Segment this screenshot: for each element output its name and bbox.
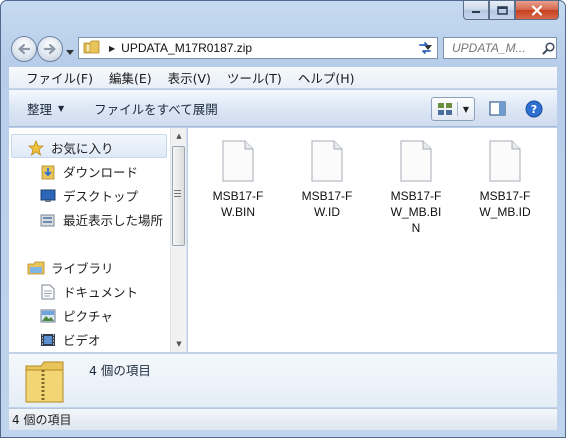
- menu-tools[interactable]: ツール(T): [227, 68, 282, 87]
- sidebar-item-label: ダウンロード: [63, 165, 139, 180]
- file-icon: [400, 140, 432, 182]
- caption-buttons: [463, 1, 559, 20]
- navigation-pane: お気に入り ダウンロード デスクトップ 最近表示した場所 ライブラリ ドキュメン…: [9, 128, 187, 352]
- menu-edit[interactable]: 編集(E): [109, 68, 152, 87]
- pictures-icon: [39, 308, 57, 324]
- sidebar-item-videos[interactable]: ビデオ: [39, 330, 101, 349]
- file-item[interactable]: MSB17-F W.ID: [285, 140, 369, 220]
- view-icon[interactable]: [432, 102, 458, 116]
- file-name-line: W.ID: [314, 205, 340, 219]
- menu-file[interactable]: ファイル(F): [26, 68, 93, 87]
- forward-arrow-icon: [43, 43, 56, 55]
- sidebar-item-documents[interactable]: ドキュメント: [39, 282, 138, 301]
- preview-pane-icon[interactable]: [489, 101, 507, 120]
- file-name-line: W_MB.ID: [479, 205, 531, 219]
- change-view-button[interactable]: ▼: [431, 97, 475, 121]
- documents-icon: [39, 284, 57, 300]
- scroll-down-button[interactable]: ▼: [171, 336, 187, 352]
- back-arrow-icon: [18, 43, 31, 55]
- explorer-window: ▶ UPDATA_M17R0187.zip ファイル(F) 編集(E) 表示(V…: [0, 0, 566, 438]
- sidebar-item-label: 最近表示した場所: [63, 213, 164, 228]
- forward-button[interactable]: [37, 36, 63, 62]
- refresh-button[interactable]: [413, 38, 437, 58]
- file-icon: [489, 140, 521, 182]
- navigation-scrollbar[interactable]: ▲ ▼: [170, 128, 186, 352]
- file-item[interactable]: MSB17-F W_MB.BI N: [374, 140, 458, 236]
- file-name-line: MSB17-F: [301, 189, 353, 203]
- file-icon: [222, 140, 254, 182]
- library-icon: [27, 260, 45, 276]
- minimize-button[interactable]: [463, 1, 489, 20]
- file-name-line: W_MB.BI: [390, 205, 442, 219]
- view-options-dropdown[interactable]: ▼: [458, 105, 474, 114]
- file-name-line: MSB17-F: [212, 189, 264, 203]
- desktop-icon: [39, 188, 57, 204]
- maximize-button[interactable]: [489, 1, 515, 20]
- zip-folder-icon: [23, 358, 67, 407]
- file-item[interactable]: MSB17-F W_MB.ID: [463, 140, 547, 220]
- menu-view[interactable]: 表示(V): [168, 68, 211, 87]
- file-list: MSB17-F W.BIN MSB17-F W.ID MSB17-F W_MB.…: [188, 128, 557, 352]
- recent-pages-dropdown[interactable]: [66, 45, 74, 59]
- address-bar[interactable]: ▶ UPDATA_M17R0187.zip: [78, 37, 438, 59]
- sidebar-item-label: ビデオ: [63, 333, 101, 348]
- file-name-line: N: [411, 221, 421, 235]
- chevron-down-icon: [66, 50, 74, 55]
- search-icon[interactable]: [540, 41, 556, 55]
- sidebar-item-label: ピクチャ: [63, 309, 113, 324]
- sidebar-item-pictures[interactable]: ピクチャ: [39, 306, 113, 325]
- navigation-buttons: [11, 35, 74, 63]
- download-folder-icon: [39, 164, 57, 180]
- breadcrumb-separator-icon[interactable]: ▶: [109, 44, 115, 53]
- sidebar-item-recent-places[interactable]: 最近表示した場所: [39, 210, 163, 229]
- details-pane: 4 個の項目: [9, 353, 557, 407]
- help-icon[interactable]: ?: [525, 100, 543, 121]
- scroll-up-button[interactable]: ▲: [171, 128, 187, 144]
- address-path[interactable]: UPDATA_M17R0187.zip: [121, 41, 419, 55]
- file-icon: [311, 140, 343, 182]
- sidebar-item-label: ドキュメント: [63, 285, 139, 300]
- chevron-down-icon: ▼: [58, 103, 65, 113]
- close-button[interactable]: [515, 1, 559, 20]
- file-name-line: MSB17-F: [479, 189, 531, 203]
- status-bar: 4 個の項目: [9, 408, 557, 430]
- sidebar-item-label: デスクトップ: [63, 189, 139, 204]
- videos-icon: [39, 332, 57, 348]
- scroll-grip-icon: [174, 190, 181, 197]
- menu-help[interactable]: ヘルプ(H): [298, 68, 355, 87]
- sidebar-item-downloads[interactable]: ダウンロード: [39, 162, 138, 181]
- star-icon: [27, 139, 45, 156]
- item-count: 4 個の項目: [89, 363, 151, 378]
- maximize-icon: [496, 5, 508, 15]
- refresh-icon: [419, 42, 431, 54]
- search-input[interactable]: [452, 41, 540, 55]
- file-name-line: MSB17-F: [390, 189, 442, 203]
- sidebar-item-libraries[interactable]: ライブラリ: [27, 258, 114, 277]
- sidebar-item-desktop[interactable]: デスクトップ: [39, 186, 138, 205]
- command-bar: 整理 ▼ ファイルをすべて展開 ▼ ?: [9, 90, 557, 127]
- recent-places-icon: [39, 212, 57, 228]
- svg-text:?: ?: [531, 103, 537, 116]
- organize-label: 整理: [27, 101, 53, 117]
- back-button[interactable]: [11, 36, 37, 62]
- sidebar-item-favorites[interactable]: お気に入り: [27, 138, 114, 157]
- sidebar-item-label: ライブラリ: [51, 261, 114, 276]
- extract-all-label: ファイルをすべて展開: [94, 101, 218, 117]
- close-icon: [531, 4, 543, 16]
- file-item[interactable]: MSB17-F W.BIN: [196, 140, 280, 220]
- minimize-icon: [472, 11, 480, 13]
- folder-icon: [83, 39, 101, 58]
- menu-bar: ファイル(F) 編集(E) 表示(V) ツール(T) ヘルプ(H): [9, 67, 557, 89]
- search-box[interactable]: [443, 37, 557, 59]
- extract-all-button[interactable]: ファイルをすべて展開: [94, 99, 218, 118]
- file-name-line: W.BIN: [220, 205, 255, 219]
- status-text: 4 個の項目: [12, 413, 72, 427]
- organize-button[interactable]: 整理 ▼: [27, 99, 64, 118]
- sidebar-item-label: お気に入り: [51, 141, 114, 156]
